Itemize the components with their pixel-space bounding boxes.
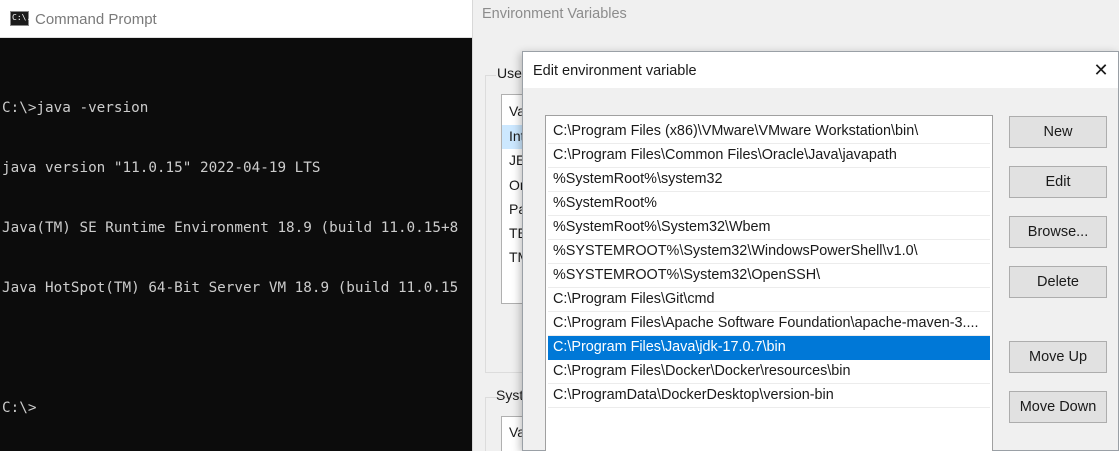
path-entries-list[interactable]: C:\Program Files (x86)\VMware\VMware Wor… xyxy=(545,115,993,451)
cmd-window-title: Command Prompt xyxy=(35,11,157,28)
path-entry[interactable]: C:\Program Files\Git\cmd xyxy=(548,288,990,312)
path-entry[interactable]: %SYSTEMROOT%\System32\WindowsPowerShell\… xyxy=(548,240,990,264)
close-icon[interactable]: ✕ xyxy=(1084,52,1118,88)
console-icon-text: C:\. xyxy=(12,13,32,22)
command-prompt-window[interactable]: C:\. Command Prompt C:\>java -version ja… xyxy=(0,0,472,451)
browse-button[interactable]: Browse... xyxy=(1009,216,1107,248)
path-entry[interactable]: %SYSTEMROOT%\System32\OpenSSH\ xyxy=(548,264,990,288)
edit-dialog-title: Edit environment variable xyxy=(533,63,697,79)
edit-environment-variable-dialog[interactable]: Edit environment variable ✕ C:\Program F… xyxy=(522,51,1119,451)
move-down-button[interactable]: Move Down xyxy=(1009,391,1107,423)
console-line: Java(TM) SE Runtime Environment 18.9 (bu… xyxy=(2,220,459,236)
env-dialog-title: Environment Variables xyxy=(482,6,627,22)
path-entry[interactable]: %SystemRoot% xyxy=(548,192,990,216)
path-entry[interactable]: C:\Program Files\Common Files\Oracle\Jav… xyxy=(548,144,990,168)
console-output[interactable]: C:\>java -version java version "11.0.15"… xyxy=(2,58,472,451)
path-entry[interactable]: C:\Program Files\Docker\Docker\resources… xyxy=(548,360,990,384)
new-button[interactable]: New xyxy=(1009,116,1107,148)
console-line: Java HotSpot(TM) 64-Bit Server VM 18.9 (… xyxy=(2,280,459,296)
path-entry[interactable]: C:\Program Files\Apache Software Foundat… xyxy=(548,312,990,336)
path-entry[interactable]: C:\Program Files (x86)\VMware\VMware Wor… xyxy=(548,120,990,144)
console-line: C:\>java -version xyxy=(2,100,149,116)
delete-button[interactable]: Delete xyxy=(1009,266,1107,298)
path-entry-selected[interactable]: C:\Program Files\Java\jdk-17.0.7\bin xyxy=(548,336,990,360)
path-entry[interactable]: C:\ProgramData\DockerDesktop\version-bin xyxy=(548,384,990,408)
edit-button[interactable]: Edit xyxy=(1009,166,1107,198)
console-icon: C:\. xyxy=(10,11,32,26)
path-entry[interactable]: %SystemRoot%\system32 xyxy=(548,168,990,192)
cmd-titlebar[interactable]: C:\. Command Prompt xyxy=(0,0,472,38)
console-prompt-line: C:\> xyxy=(2,400,37,416)
move-up-button[interactable]: Move Up xyxy=(1009,341,1107,373)
path-entry[interactable]: %SystemRoot%\System32\Wbem xyxy=(548,216,990,240)
edit-dialog-titlebar[interactable]: Edit environment variable ✕ xyxy=(523,52,1118,88)
console-line: java version "11.0.15" 2022-04-19 LTS xyxy=(2,160,321,176)
